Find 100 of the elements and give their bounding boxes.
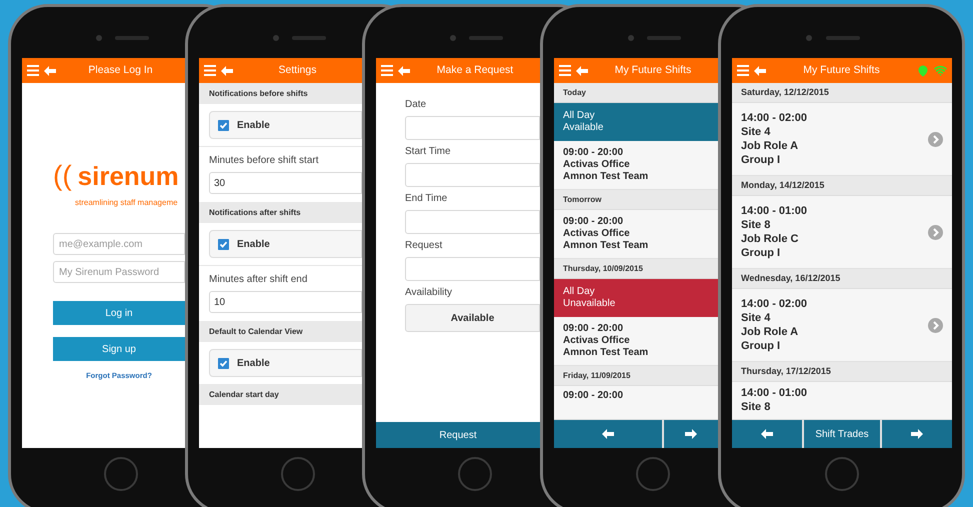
left-arrow-icon bbox=[761, 429, 773, 439]
section-heading: Notifications before shifts bbox=[199, 83, 362, 104]
screen-title: My Future Shifts bbox=[802, 62, 881, 78]
date-heading: Friday, 11/09/2015 bbox=[554, 366, 718, 386]
menu-icon[interactable] bbox=[381, 65, 393, 76]
text-input-field[interactable] bbox=[405, 116, 540, 140]
right-arrow-icon bbox=[911, 429, 923, 439]
shift-detail: Group I bbox=[741, 339, 782, 353]
shift-detail: Activas Office bbox=[563, 159, 631, 171]
field-label: Request bbox=[405, 239, 444, 253]
checkbox[interactable] bbox=[218, 238, 229, 250]
checkbox[interactable] bbox=[218, 358, 229, 368]
shift-item[interactable]: 09:00 - 20:00 Activas Office Amnon Test Team bbox=[554, 210, 718, 259]
previous-button[interactable] bbox=[732, 420, 802, 448]
text-input-field[interactable] bbox=[405, 163, 540, 187]
shift-item[interactable]: 09:00 - 20:00 Activas Office Amnon Test Team bbox=[554, 317, 718, 366]
logo-mark: (( bbox=[53, 159, 72, 193]
right-arrow-icon bbox=[685, 429, 697, 439]
shift-detail: 09:00 - 20:00 bbox=[563, 390, 624, 402]
screen-title: Make a Request bbox=[436, 62, 514, 78]
text-input-field[interactable] bbox=[405, 210, 540, 234]
back-arrow-icon bbox=[221, 66, 233, 76]
date-heading: Tomorrow bbox=[554, 190, 718, 210]
shift-detail: Job Role A bbox=[741, 325, 800, 339]
menu-icon[interactable] bbox=[204, 65, 216, 76]
field-label: Availability bbox=[405, 286, 454, 300]
shift-item[interactable]: 14:00 - 02:00 Site 4 Job Role A Group I bbox=[732, 289, 952, 362]
checkbox-label: Enable bbox=[237, 356, 270, 370]
screen-title: My Future Shifts bbox=[614, 62, 692, 78]
logo-wordmark: sirenum bbox=[78, 160, 179, 193]
date-heading: Thursday, 10/09/2015 bbox=[554, 259, 718, 279]
next-button[interactable] bbox=[882, 420, 952, 448]
date-heading: Wednesday, 16/12/2015 bbox=[732, 269, 952, 289]
date-heading: Saturday, 12/12/2015 bbox=[732, 83, 952, 103]
location-pin-icon bbox=[917, 64, 929, 76]
number-input-field[interactable]: 10 bbox=[209, 291, 362, 313]
field-label: End Time bbox=[405, 192, 448, 206]
next-button[interactable] bbox=[664, 420, 718, 448]
shift-detail: 09:00 - 20:00 bbox=[563, 147, 624, 159]
menu-icon[interactable] bbox=[559, 65, 571, 76]
shift-detail: Group I bbox=[741, 153, 782, 167]
shift-detail: Job Role A bbox=[741, 139, 800, 153]
section-heading: Notifications after shifts bbox=[199, 202, 362, 223]
shift-detail: Site 8 bbox=[741, 218, 772, 232]
availability-text: All Day bbox=[563, 110, 596, 122]
availability-text: Unavailable bbox=[563, 298, 616, 310]
field-label: Date bbox=[405, 98, 428, 112]
action-button[interactable]: Log in bbox=[53, 301, 185, 325]
shift-detail: 09:00 - 20:00 bbox=[563, 323, 624, 335]
field-label: Minutes after shift end bbox=[208, 273, 308, 287]
shift-detail: Job Role C bbox=[741, 232, 800, 246]
menu-icon[interactable] bbox=[737, 65, 749, 76]
shift-detail: Amnon Test Team bbox=[563, 171, 650, 183]
availability-text: Available bbox=[563, 122, 604, 134]
shift-detail: Site 4 bbox=[741, 125, 772, 139]
number-input-field[interactable]: 30 bbox=[209, 172, 362, 194]
text-input-field[interactable]: me@example.com bbox=[53, 233, 185, 255]
screen-title: Please Log In bbox=[87, 62, 154, 78]
shift-item[interactable]: 09:00 - 20:00 Activas Office Amnon Test Team bbox=[554, 141, 718, 190]
shift-item[interactable]: 09:00 - 20:00 bbox=[554, 386, 718, 420]
field-label: Minutes before shift start bbox=[208, 154, 320, 168]
checkbox-label: Enable bbox=[237, 238, 270, 252]
wifi-icon bbox=[934, 64, 947, 77]
chevron-right-icon[interactable] bbox=[928, 132, 943, 146]
shift-detail: Site 4 bbox=[741, 311, 772, 325]
field-label: Start Time bbox=[405, 145, 452, 159]
checkbox[interactable] bbox=[218, 120, 229, 130]
date-heading: Monday, 14/12/2015 bbox=[732, 176, 952, 196]
availability-button[interactable]: Available bbox=[405, 304, 540, 332]
date-heading: Today bbox=[554, 83, 718, 103]
action-button[interactable]: Sign up bbox=[53, 337, 185, 361]
shift-detail: Activas Office bbox=[563, 228, 631, 240]
chevron-right-icon[interactable] bbox=[928, 318, 943, 332]
shift-item[interactable]: 14:00 - 01:00 Site 8 Job Role C Group I bbox=[732, 196, 952, 269]
request-button[interactable]: Request bbox=[376, 422, 540, 448]
text-input-field[interactable] bbox=[405, 257, 540, 281]
date-heading: Thursday, 17/12/2015 bbox=[732, 362, 952, 382]
checkbox-label: Enable bbox=[237, 118, 270, 132]
availability-text: All Day bbox=[563, 286, 596, 298]
screen-title: Settings bbox=[278, 62, 318, 78]
shift-detail: Site 8 bbox=[741, 400, 772, 414]
shift-detail: Group I bbox=[741, 246, 782, 260]
menu-icon[interactable] bbox=[27, 65, 39, 76]
back-arrow-icon bbox=[754, 66, 766, 76]
availability-block[interactable]: All Day Available bbox=[554, 103, 718, 141]
shift-trades-button[interactable]: Shift Trades bbox=[804, 420, 880, 448]
text-input-field[interactable]: My Sirenum Password bbox=[53, 261, 185, 283]
shift-detail: Amnon Test Team bbox=[563, 240, 650, 252]
shift-detail: 14:00 - 02:00 bbox=[741, 297, 808, 311]
shift-detail: 14:00 - 02:00 bbox=[741, 111, 808, 125]
chevron-right-icon[interactable] bbox=[928, 224, 943, 240]
shift-item[interactable]: 14:00 - 01:00 Site 8 bbox=[732, 382, 952, 420]
section-heading: Default to Calendar View bbox=[199, 321, 362, 342]
shift-detail: Amnon Test Team bbox=[563, 347, 650, 359]
shift-item[interactable]: 14:00 - 02:00 Site 4 Job Role A Group I bbox=[732, 103, 952, 176]
back-arrow-icon bbox=[44, 66, 56, 76]
availability-block[interactable]: All Day Unavailable bbox=[554, 279, 718, 317]
shift-detail: 09:00 - 20:00 bbox=[563, 216, 624, 228]
logo-tagline: streamlining staff manageme bbox=[74, 197, 179, 209]
section-heading: Calendar start day bbox=[199, 384, 362, 405]
